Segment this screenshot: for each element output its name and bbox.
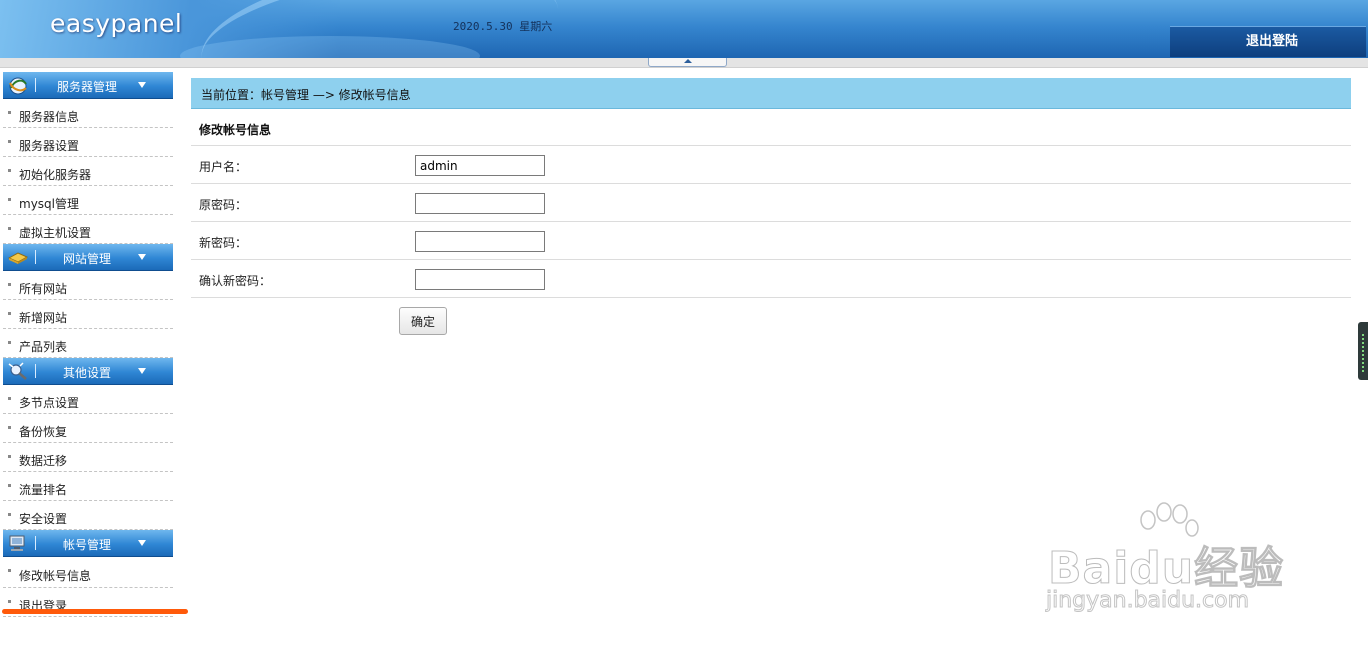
bullet-icon [8, 600, 11, 603]
bullet-icon [8, 227, 11, 230]
chevron-down-icon [138, 540, 146, 546]
sidebar-section-account[interactable]: 帐号管理 [3, 530, 173, 557]
highlight-underline [2, 609, 188, 614]
form-title: 修改帐号信息 [191, 109, 1351, 146]
sidebar-item-label: mysql管理 [19, 197, 79, 211]
chevron-down-icon [138, 368, 146, 374]
sidebar-item-label: 安全设置 [19, 512, 68, 526]
chevron-down-icon [138, 82, 146, 88]
account-icon [9, 535, 25, 551]
sidebar-item-data-migration[interactable]: 数据迁移 [3, 443, 173, 472]
chevron-down-icon [138, 254, 146, 260]
top-header: easypanel 2020.5.30 星期六 退出登陆 [0, 0, 1368, 58]
bullet-icon [8, 569, 11, 572]
section-separator [35, 364, 36, 378]
signal-bars-icon [1362, 334, 1364, 372]
sidebar-section-other-settings[interactable]: 其他设置 [3, 358, 173, 385]
old-password-label: 原密码： [199, 198, 248, 212]
sidebar-item-server-info[interactable]: 服务器信息 [3, 99, 173, 128]
sidebar-section-title: 其他设置 [62, 366, 111, 380]
bullet-icon [8, 513, 11, 516]
username-input[interactable] [415, 155, 545, 176]
bullet-icon [8, 312, 11, 315]
sidebar: 服务器管理 服务器信息 服务器设置 初始化服务器 mysql管理 虚拟主机设置 … [3, 72, 173, 617]
bullet-icon [8, 484, 11, 487]
bullet-icon [8, 397, 11, 400]
section-separator [35, 78, 36, 92]
breadcrumb-text: 当前位置：帐号管理 —> 修改帐号信息 [201, 88, 411, 102]
settings-icon [8, 362, 27, 380]
new-password-label: 新密码： [199, 236, 248, 250]
bullet-icon [8, 455, 11, 458]
watermark-url: jingyan.baidu.com [1045, 588, 1250, 614]
chevron-up-icon [684, 59, 692, 63]
sidebar-item-label: 修改帐号信息 [19, 569, 92, 583]
sidebar-item-all-sites[interactable]: 所有网站 [3, 271, 173, 300]
header-date: 2020.5.30 星期六 [453, 20, 553, 33]
sidebar-section-website[interactable]: 网站管理 [3, 244, 173, 271]
sidebar-item-label: 数据迁移 [19, 454, 68, 468]
sidebar-item-edit-account[interactable]: 修改帐号信息 [3, 557, 173, 588]
sidebar-item-security[interactable]: 安全设置 [3, 501, 173, 530]
sidebar-item-label: 多节点设置 [19, 396, 80, 410]
sidebar-item-product-list[interactable]: 产品列表 [3, 329, 173, 358]
form-row-username: 用户名： [191, 146, 1351, 184]
website-icon [7, 252, 29, 264]
form-title-text: 修改帐号信息 [199, 123, 272, 137]
sidebar-item-label: 流量排名 [19, 483, 68, 497]
baidu-watermark: Baidu经验 jingyan.baidu.com [1040, 500, 1300, 620]
bullet-icon [8, 111, 11, 114]
sidebar-item-server-settings[interactable]: 服务器设置 [3, 128, 173, 157]
sidebar-item-label: 服务器设置 [19, 139, 80, 153]
old-password-input[interactable] [415, 193, 545, 214]
sidebar-item-label: 备份恢复 [19, 425, 68, 439]
form-row-new-password: 新密码： [191, 222, 1351, 260]
sidebar-item-backup-restore[interactable]: 备份恢复 [3, 414, 173, 443]
sidebar-item-label: 服务器信息 [19, 110, 80, 124]
confirm-button[interactable]: 确定 [399, 307, 447, 335]
sidebar-item-multinode[interactable]: 多节点设置 [3, 385, 173, 414]
server-icon [9, 77, 27, 95]
bullet-icon [8, 169, 11, 172]
sidebar-section-server[interactable]: 服务器管理 [3, 72, 173, 99]
username-label: 用户名： [199, 160, 248, 174]
side-floating-widget[interactable] [1358, 322, 1368, 380]
section-separator [35, 536, 36, 550]
edit-account-form: 修改帐号信息 用户名： 原密码： 新密码： 确认新密码： [191, 109, 1351, 298]
sidebar-item-label: 产品列表 [19, 340, 68, 354]
sidebar-item-traffic-ranking[interactable]: 流量排名 [3, 472, 173, 501]
bullet-icon [8, 426, 11, 429]
bullet-icon [8, 341, 11, 344]
logout-button[interactable]: 退出登陆 [1170, 26, 1366, 57]
form-row-confirm-password: 确认新密码： [191, 260, 1351, 298]
sidebar-section-title: 帐号管理 [62, 538, 111, 552]
breadcrumb: 当前位置：帐号管理 —> 修改帐号信息 [191, 78, 1351, 109]
sidebar-item-label: 初始化服务器 [19, 168, 92, 182]
section-separator [35, 250, 36, 264]
logout-button-label: 退出登陆 [1245, 34, 1298, 49]
new-password-input[interactable] [415, 231, 545, 252]
confirm-password-input[interactable] [415, 269, 545, 290]
sidebar-section-title: 网站管理 [62, 252, 111, 266]
sidebar-item-init-server[interactable]: 初始化服务器 [3, 157, 173, 186]
sidebar-item-label: 新增网站 [19, 311, 68, 325]
form-row-old-password: 原密码： [191, 184, 1351, 222]
app-logo: easypanel [50, 9, 183, 38]
sidebar-item-add-site[interactable]: 新增网站 [3, 300, 173, 329]
confirm-password-label: 确认新密码： [199, 274, 272, 288]
sidebar-item-label: 所有网站 [19, 282, 68, 296]
bullet-icon [8, 140, 11, 143]
collapse-header-toggle[interactable] [648, 58, 727, 67]
bullet-icon [8, 198, 11, 201]
watermark-brand: Baidu经验 [1047, 543, 1285, 595]
bullet-icon [8, 283, 11, 286]
sidebar-item-vhost-settings[interactable]: 虚拟主机设置 [3, 215, 173, 244]
sidebar-item-mysql[interactable]: mysql管理 [3, 186, 173, 215]
sidebar-section-title: 服务器管理 [56, 80, 117, 94]
sidebar-item-label: 虚拟主机设置 [19, 226, 92, 240]
